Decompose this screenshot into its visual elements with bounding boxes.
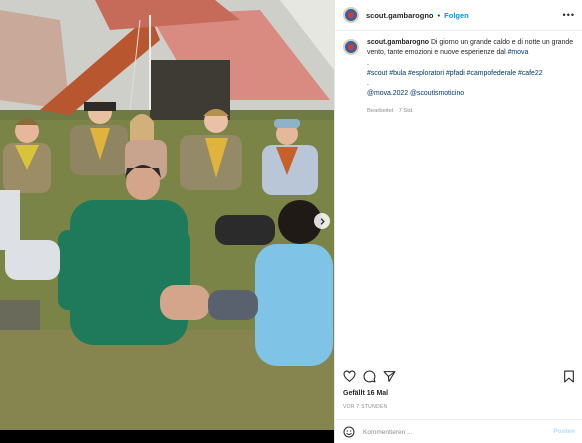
action-bar — [343, 370, 575, 384]
chevron-right-icon — [320, 217, 325, 225]
instagram-post-modal: scout.gambarogno • Folgen ••• scout.gamb… — [0, 0, 582, 443]
hashtag-link[interactable]: #pfadi — [446, 70, 465, 77]
hashtag-link[interactable]: #esploratori — [408, 70, 444, 77]
hashtag-link[interactable]: #scout — [367, 70, 387, 77]
share-icon[interactable] — [383, 370, 396, 383]
hashtag-link[interactable]: #bula — [389, 70, 406, 77]
post-time[interactable]: VOR 7 STUNDEN — [343, 404, 387, 410]
post-comment-button[interactable]: Posten — [553, 428, 575, 435]
header-username[interactable]: scout.gambarogno — [366, 11, 434, 20]
next-image-button[interactable] — [314, 213, 330, 229]
header-separator: • — [437, 10, 441, 20]
mention-link[interactable]: @mova.2022 — [367, 90, 408, 97]
comment-input[interactable] — [363, 425, 543, 439]
follow-button[interactable]: Folgen — [444, 11, 469, 20]
comment-bar: Posten — [335, 419, 582, 443]
like-count[interactable]: Gefällt 16 Mal — [343, 390, 388, 397]
caption-username[interactable]: scout.gambarogno — [367, 39, 429, 46]
smiley-icon[interactable] — [343, 426, 355, 438]
scouts-in-circle-photo — [0, 0, 334, 430]
bookmark-icon[interactable] — [563, 370, 575, 383]
mention-link[interactable]: @scoutismoticino — [410, 90, 464, 97]
edited-timestamp: Bearbeitet · 7 Std. — [367, 107, 414, 114]
avatar[interactable] — [343, 7, 359, 23]
more-options-button[interactable]: ••• — [563, 10, 575, 20]
comment-icon[interactable] — [363, 370, 376, 383]
photo-bottom-strip — [0, 430, 334, 443]
caption-dot: . — [367, 80, 369, 88]
hashtag-link[interactable]: #campofederale — [467, 70, 516, 77]
caption-dot: . — [367, 59, 369, 67]
caption-avatar[interactable] — [343, 39, 359, 55]
heart-icon[interactable] — [343, 370, 356, 383]
hashtag-link[interactable]: #mova — [508, 49, 529, 56]
post-photo[interactable] — [0, 0, 334, 430]
post-caption: scout.gambarogno Di giorno un grande cal… — [343, 38, 577, 116]
hashtag-link[interactable]: #cafe22 — [518, 70, 543, 77]
post-sidebar: scout.gambarogno • Folgen ••• scout.gamb… — [334, 0, 582, 443]
post-header: scout.gambarogno • Folgen ••• — [335, 0, 582, 31]
